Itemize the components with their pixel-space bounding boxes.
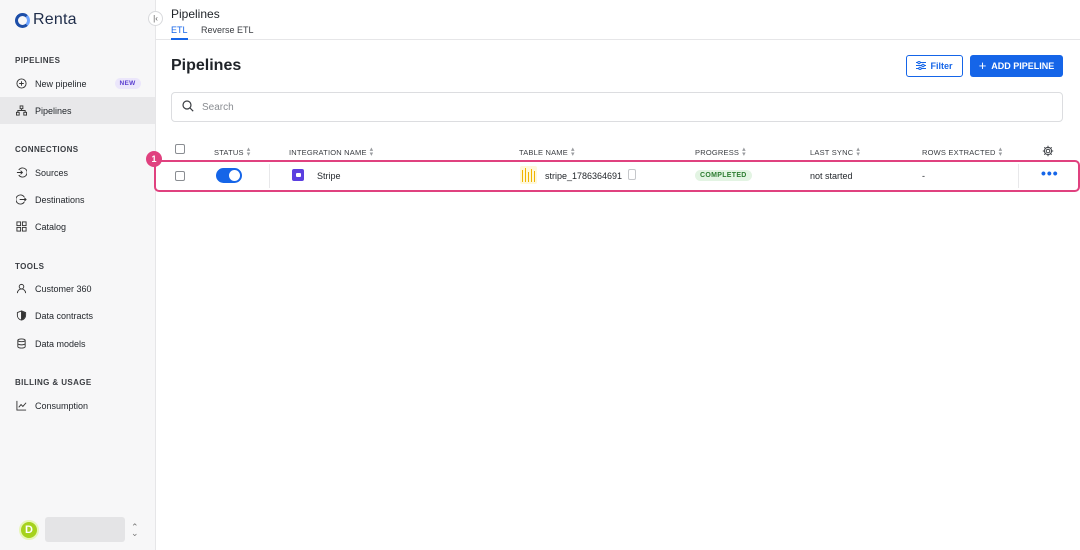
sidebar-item-consumption[interactable]: Consumption	[0, 392, 155, 419]
column-divider	[1018, 164, 1019, 188]
sort-icon: ▴ ▾	[246, 146, 251, 158]
status-toggle[interactable]	[216, 168, 242, 183]
search-icon	[182, 99, 194, 115]
grid-icon	[16, 221, 27, 232]
sidebar-item-label: Catalog	[35, 221, 67, 232]
sidebar-item-label: Consumption	[35, 400, 89, 411]
sort-icon: ▴ ▾	[570, 146, 575, 158]
brand-name: Renta	[33, 11, 77, 28]
section-label-connections: CONNECTIONS	[15, 145, 79, 154]
status-badge: COMPLETED	[695, 170, 752, 181]
tab-etl[interactable]: ETL	[171, 25, 188, 40]
sidebar-item-label: Sources	[35, 167, 69, 178]
column-header-table-name[interactable]: TABLE NAME ▴ ▾	[519, 146, 575, 158]
step-marker: 1	[146, 151, 162, 167]
logo[interactable]: Renta	[15, 11, 77, 29]
login-icon	[16, 167, 27, 178]
column-header-label: PROGRESS	[695, 147, 740, 157]
column-header-label: TABLE NAME	[519, 147, 568, 157]
sort-icon: ▴ ▾	[742, 146, 746, 158]
column-header-progress[interactable]: PROGRESS ▴ ▾	[695, 146, 746, 158]
integration-name: Stripe	[317, 171, 341, 181]
filter-button[interactable]: Filter	[906, 55, 963, 77]
sidebar-item-label: Data models	[35, 338, 86, 349]
plus-icon: +	[978, 58, 987, 73]
stripe-icon	[292, 169, 304, 181]
sidebar: Renta PIPELINES New pipeline NEW Pipelin…	[0, 0, 156, 550]
column-divider	[269, 164, 270, 188]
last-sync: not started	[810, 171, 853, 181]
sidebar-item-new-pipeline[interactable]: New pipeline NEW	[0, 70, 155, 97]
select-all-checkbox[interactable]	[175, 144, 185, 154]
section-label-pipelines: PIPELINES	[15, 56, 61, 65]
rows-extracted: -	[922, 171, 925, 181]
page-title: Pipelines	[171, 57, 242, 74]
column-header-label: INTEGRATION NAME	[289, 147, 367, 157]
column-header-label: ROWS EXTRACTED	[922, 147, 996, 157]
sidebar-item-label: Destinations	[35, 194, 85, 205]
sidebar-item-customer-360[interactable]: Customer 360	[0, 275, 155, 302]
avatar: D	[19, 519, 39, 540]
collapse-icon: |‹	[153, 14, 158, 23]
hierarchy-icon	[16, 105, 27, 116]
add-pipeline-button[interactable]: + ADD PIPELINE	[970, 55, 1063, 77]
chevron-updown-icon: ⌃ ⌄	[131, 521, 139, 538]
column-header-rows-extracted[interactable]: ROWS EXTRACTED ▴ ▾	[922, 146, 1003, 158]
column-header-label: LAST SYNC	[810, 147, 854, 157]
sidebar-item-label: Pipelines	[35, 105, 72, 116]
sidebar-item-data-contracts[interactable]: Data contracts	[0, 302, 155, 329]
user-name-redacted	[45, 517, 125, 542]
sidebar-item-label: New pipeline	[35, 78, 87, 89]
top-header: Pipelines ETL Reverse ETL	[156, 0, 1080, 40]
table-name: stripe_1786364691	[545, 171, 623, 181]
plus-circle-icon	[16, 78, 27, 89]
header-title: Pipelines	[171, 7, 220, 21]
new-badge: NEW	[114, 78, 141, 89]
filter-label: Filter	[930, 61, 953, 71]
gear-icon[interactable]	[1042, 145, 1054, 157]
sidebar-item-pipelines[interactable]: Pipelines	[0, 97, 155, 124]
chart-line-icon	[16, 400, 27, 411]
copy-icon[interactable]	[628, 169, 636, 180]
sidebar-item-label: Data contracts	[35, 310, 94, 321]
shield-icon	[16, 310, 27, 321]
sort-icon: ▴ ▾	[856, 146, 861, 158]
filter-icon	[916, 60, 927, 72]
sort-icon: ▴ ▾	[998, 146, 1003, 158]
database-icon	[16, 338, 27, 349]
search-input[interactable]	[202, 101, 1002, 113]
section-label-tools: TOOLS	[15, 262, 45, 271]
search-bar	[171, 92, 1063, 122]
row-checkbox[interactable]	[175, 171, 185, 181]
sidebar-item-catalog[interactable]: Catalog	[0, 213, 155, 240]
section-label-billing: BILLING & USAGE	[15, 378, 92, 387]
renta-logo-icon	[15, 12, 30, 28]
sort-icon: ▴ ▾	[369, 146, 374, 158]
sidebar-item-data-models[interactable]: Data models	[0, 330, 155, 357]
more-actions-icon[interactable]: •••	[1041, 166, 1059, 180]
add-pipeline-label: ADD PIPELINE	[991, 61, 1055, 71]
column-header-integration-name[interactable]: INTEGRATION NAME ▴ ▾	[289, 146, 374, 158]
sidebar-item-destinations[interactable]: Destinations	[0, 186, 155, 213]
sidebar-item-sources[interactable]: Sources	[0, 159, 155, 186]
table-icon	[520, 166, 537, 184]
sidebar-item-label: Customer 360	[35, 283, 92, 294]
column-header-last-sync[interactable]: LAST SYNC ▴ ▾	[810, 146, 861, 158]
user-menu[interactable]: D ⌃ ⌄	[19, 517, 139, 542]
column-header-label: STATUS	[214, 147, 244, 157]
tab-reverse-etl[interactable]: Reverse ETL	[201, 25, 254, 35]
logout-icon	[16, 194, 27, 205]
collapse-sidebar-button[interactable]: |‹	[148, 11, 163, 26]
user-icon	[16, 283, 27, 294]
column-header-status[interactable]: STATUS ▴ ▾	[214, 146, 251, 158]
